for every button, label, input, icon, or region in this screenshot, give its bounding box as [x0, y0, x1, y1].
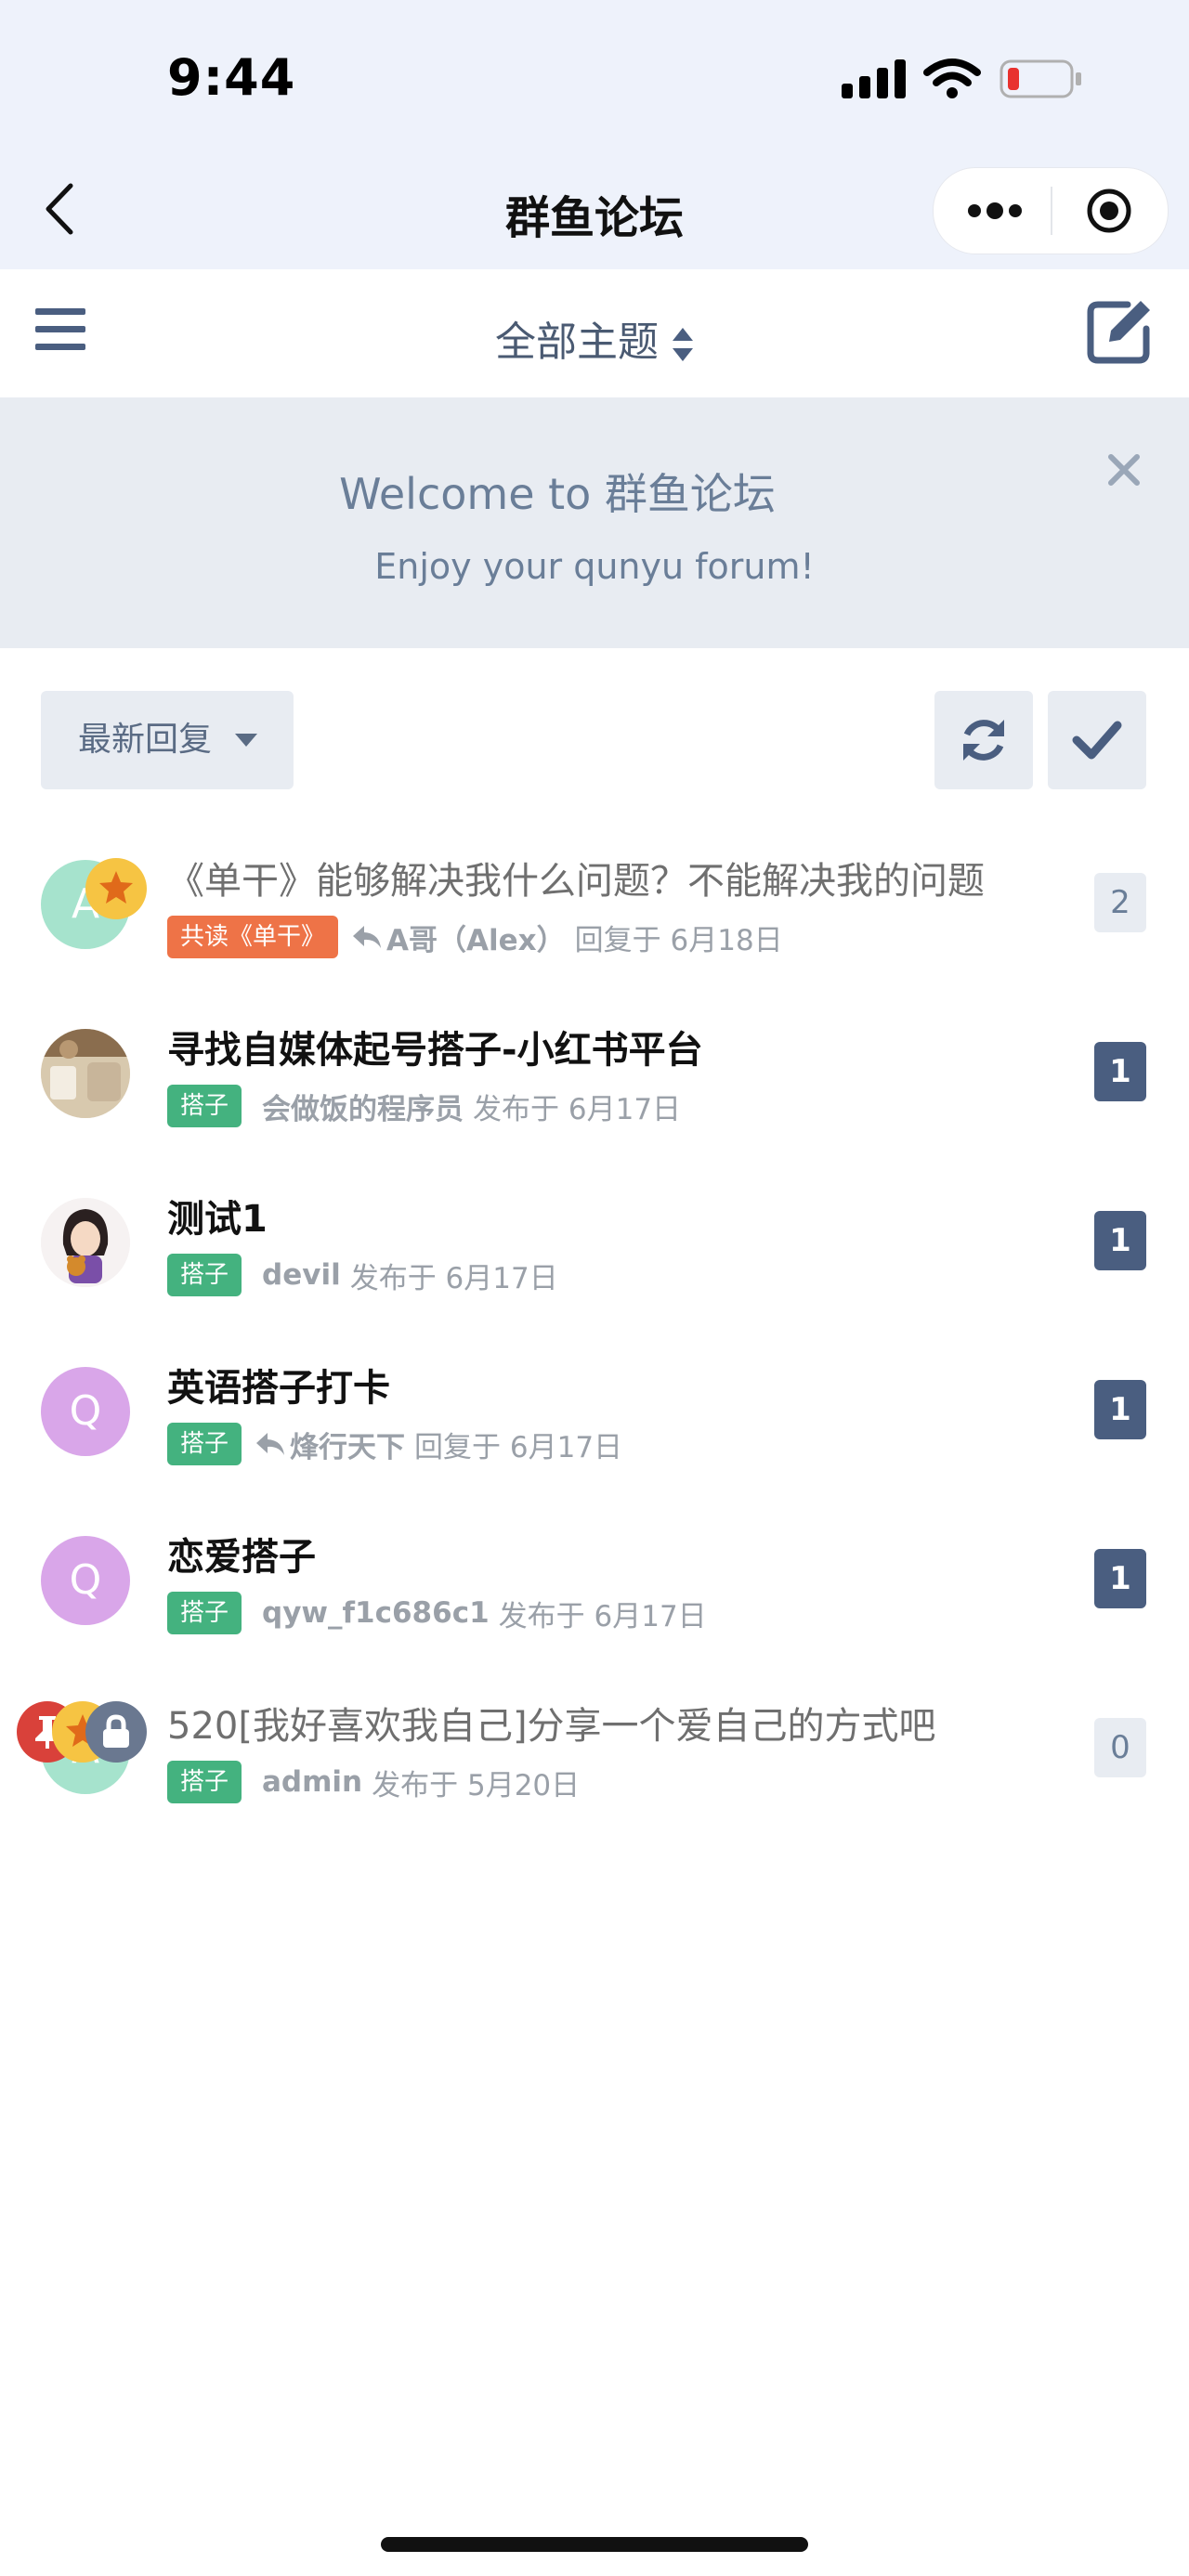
topic-author[interactable]: admin	[262, 1765, 362, 1799]
topic-item[interactable]: Q 恋爱搭子 搭子 qyw_f1c686c1 发布于 6月17日 1	[0, 1512, 1189, 1679]
topic-meta: 搭子 会做饭的程序员 发布于 6月17日	[167, 1085, 681, 1127]
capsule-divider	[1051, 187, 1052, 235]
reply-count: 1	[1094, 1380, 1146, 1439]
topic-action: 发布于 5月20日	[372, 1768, 581, 1802]
avatar-cartoon	[41, 1198, 130, 1287]
topic-title[interactable]: 英语搭子打卡	[167, 1358, 390, 1412]
topic-title[interactable]: 测试1	[167, 1189, 268, 1242]
avatar[interactable]	[41, 1198, 130, 1287]
mini-program-capsule	[933, 167, 1169, 254]
lock-icon	[103, 1714, 129, 1748]
welcome-banner: Welcome to 群鱼论坛 Enjoy your qunyu forum!	[0, 397, 1189, 648]
close-icon[interactable]	[1105, 451, 1143, 488]
topic-meta: 共读《单干》 A哥（Alex） 回复于 6月18日	[167, 916, 783, 958]
status-time: 9:44	[167, 48, 296, 107]
avatar[interactable]: Q	[41, 1367, 130, 1456]
topic-action: 发布于 6月17日	[498, 1599, 707, 1633]
topic-tag[interactable]: 搭子	[167, 1761, 242, 1803]
avatar-letter: Q	[69, 1387, 102, 1435]
topic-author[interactable]: 烽行天下	[290, 1431, 405, 1464]
target-icon[interactable]	[1085, 187, 1133, 235]
topic-action: 回复于 6月17日	[414, 1430, 623, 1464]
battery-icon	[1000, 59, 1081, 98]
welcome-title: Welcome to 群鱼论坛	[339, 469, 776, 519]
caret-down-icon	[235, 734, 257, 747]
check-icon	[1072, 721, 1122, 760]
topic-author[interactable]: 会做饭的程序员	[262, 1093, 464, 1126]
topic-tag[interactable]: 搭子	[167, 1423, 242, 1465]
featured-badge	[85, 858, 147, 919]
topic-tag[interactable]: 搭子	[167, 1592, 242, 1634]
topic-item[interactable]: A 520[我好喜欢我自己]分享一个爱自己的方式吧 搭子admin发布于 5月2…	[0, 1681, 1189, 1848]
topic-item[interactable]: 测试1 搭子 devil 发布于 6月17日 1	[0, 1174, 1189, 1341]
topic-author[interactable]: qyw_f1c686c1	[262, 1596, 490, 1630]
topic-item[interactable]: 寻找自媒体起号搭子-小红书平台 搭子 会做饭的程序员 发布于 6月17日 1	[0, 1005, 1189, 1172]
refresh-icon	[963, 720, 1004, 761]
wifi-icon	[923, 59, 981, 98]
avatar-photo	[41, 1029, 130, 1118]
topic-filter-label: 全部主题	[495, 319, 659, 366]
reply-count: 0	[1094, 1718, 1146, 1777]
reply-count: 1	[1094, 1211, 1146, 1270]
reply-count: 2	[1094, 873, 1146, 932]
topic-meta: 搭子 qyw_f1c686c1 发布于 6月17日	[167, 1592, 707, 1634]
topic-tag[interactable]: 搭子	[167, 1085, 242, 1127]
compose-icon[interactable]	[1087, 297, 1154, 364]
topic-filter[interactable]: 全部主题	[0, 308, 1189, 368]
signal-icon	[842, 59, 906, 98]
topic-tag[interactable]: 共读《单干》	[167, 916, 339, 958]
welcome-subtitle: Enjoy your qunyu forum!	[374, 546, 815, 587]
topic-meta: 搭子 烽行天下 回复于 6月17日	[167, 1423, 622, 1465]
topic-title[interactable]: 恋爱搭子	[167, 1527, 316, 1581]
topic-item[interactable]: Q 英语搭子打卡 搭子 烽行天下 回复于 6月17日 1	[0, 1343, 1189, 1510]
topic-title[interactable]: 520[我好喜欢我自己]分享一个爱自己的方式吧	[167, 1696, 936, 1750]
avatar-letter: Q	[69, 1556, 102, 1604]
topic-tag[interactable]: 搭子	[167, 1254, 242, 1296]
header-bar: 全部主题	[0, 269, 1189, 397]
topic-action: 发布于 6月17日	[473, 1092, 682, 1126]
sort-dropdown-button[interactable]: 最新回复	[41, 691, 294, 789]
topic-title[interactable]: 寻找自媒体起号搭子-小红书平台	[167, 1020, 703, 1073]
reply-count: 1	[1094, 1549, 1146, 1608]
topic-author[interactable]: A哥（Alex）	[386, 924, 566, 957]
mark-read-button[interactable]	[1048, 691, 1146, 789]
sort-caret-icon	[673, 328, 693, 361]
sort-dropdown-label: 最新回复	[78, 721, 213, 759]
avatar[interactable]: Q	[41, 1536, 130, 1625]
reply-icon	[256, 1433, 285, 1455]
home-indicator[interactable]	[381, 2537, 808, 2552]
reply-count: 1	[1094, 1042, 1146, 1101]
reply-icon	[353, 926, 382, 948]
more-icon[interactable]	[967, 196, 1023, 226]
topic-action: 发布于 6月17日	[349, 1261, 558, 1295]
refresh-button[interactable]	[934, 691, 1033, 789]
star-icon	[99, 871, 133, 904]
topic-item[interactable]: A 《单干》能够解决我什么问题？不能解决我的问题 共读《单干》 A哥（Alex）回…	[0, 836, 1189, 1003]
topic-action: 回复于 6月18日	[574, 923, 783, 957]
topic-meta: 搭子 devil 发布于 6月17日	[167, 1254, 558, 1296]
avatar[interactable]	[41, 1029, 130, 1118]
topic-author[interactable]: devil	[262, 1258, 341, 1292]
topic-meta: 搭子 admin 发布于 5月20日	[167, 1761, 580, 1803]
topic-title[interactable]: 《单干》能够解决我什么问题？不能解决我的问题	[167, 851, 985, 904]
locked-badge	[85, 1701, 147, 1763]
top-bar: 9:44 群鱼论坛	[0, 0, 1189, 269]
